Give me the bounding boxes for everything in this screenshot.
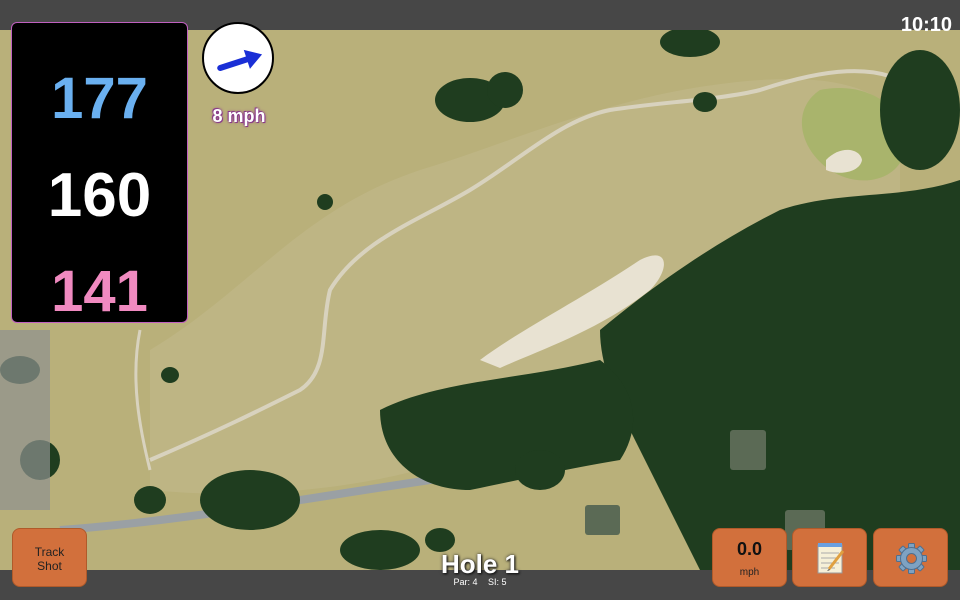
settings-button[interactable]	[873, 528, 948, 587]
wind-arrow-icon	[217, 49, 263, 71]
track-shot-label-line2: Shot	[37, 559, 62, 573]
distance-back: 177	[51, 66, 148, 131]
clock: 10:10	[900, 14, 952, 36]
wind-speed: 8 mph	[212, 106, 266, 126]
distance-middle: 160	[47, 161, 152, 230]
notes-button[interactable]	[792, 528, 867, 587]
speed-value: 0.0	[736, 539, 763, 559]
hole-info: Par: 4 SI: 5	[380, 577, 580, 587]
distance-front: 141	[51, 259, 148, 324]
speed-unit: mph	[739, 567, 760, 578]
track-shot-label-line1: Track	[34, 545, 65, 559]
gear-icon	[896, 543, 927, 574]
notepad-icon	[817, 543, 845, 574]
speed-button[interactable]: 0.0 mph	[712, 528, 787, 587]
hole-stroke-index: SI: 5	[488, 577, 507, 587]
distance-panel: 177 160 141	[11, 22, 188, 324]
wind-direction-indicator	[202, 22, 274, 94]
hole-title: Hole 1	[440, 549, 520, 579]
track-shot-button[interactable]: Track Shot	[12, 528, 87, 587]
hole-par: Par: 4	[453, 577, 478, 587]
